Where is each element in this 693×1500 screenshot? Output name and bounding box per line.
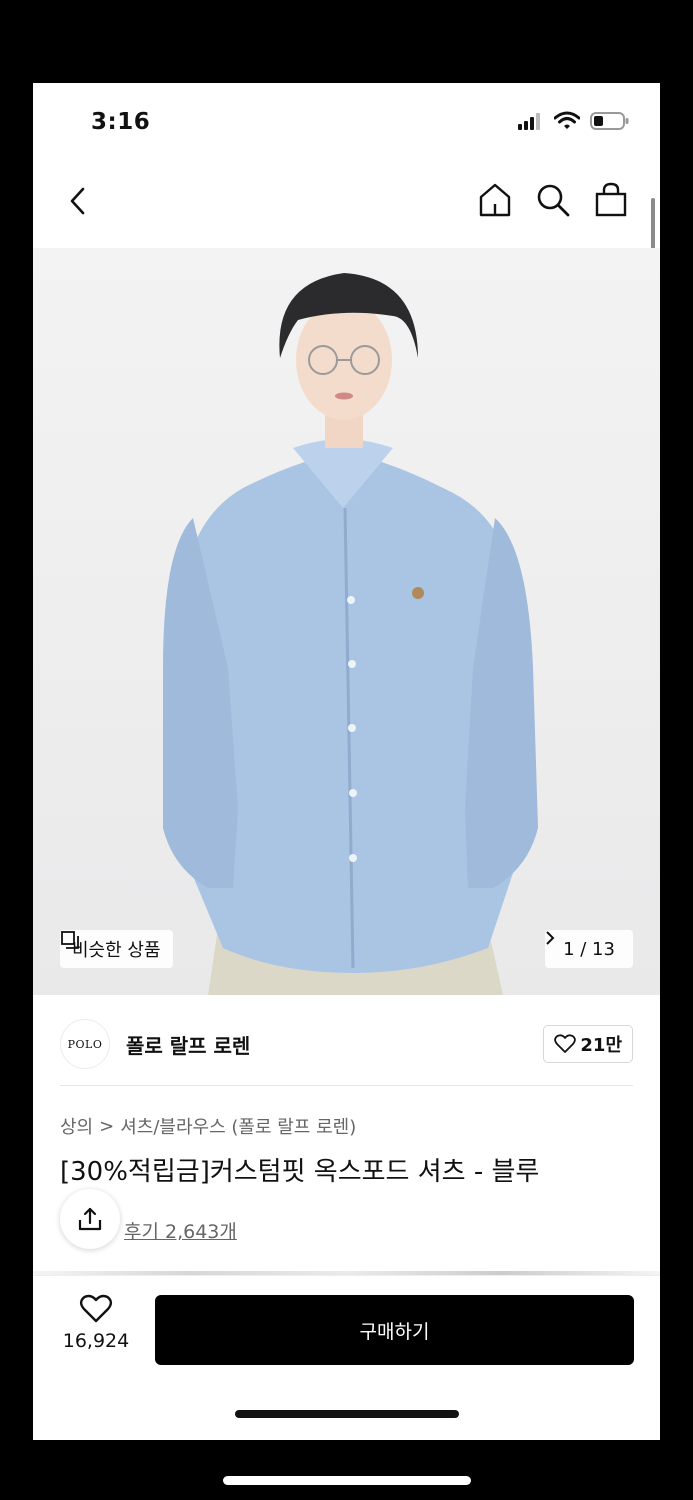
bottom-action-bar: 16,924 구매하기 bbox=[33, 1275, 660, 1440]
shopping-bag-icon[interactable] bbox=[592, 181, 630, 219]
product-photo-illustration bbox=[163, 273, 538, 995]
home-icon[interactable] bbox=[476, 181, 514, 219]
brand-like-count: 21만 bbox=[580, 1035, 622, 1056]
breadcrumb-category[interactable]: 상의 bbox=[60, 1113, 93, 1139]
breadcrumb-subcategory[interactable]: 셔츠/블라우스 (폴로 랄프 로렌) bbox=[120, 1113, 356, 1139]
battery-icon bbox=[590, 112, 629, 130]
heart-icon bbox=[554, 1034, 577, 1053]
breadcrumb: 상의 > 셔츠/블라우스 (폴로 랄프 로렌) bbox=[60, 1113, 356, 1139]
brand-like-button[interactable]: 21만 bbox=[543, 1025, 633, 1063]
back-chevron-icon[interactable] bbox=[63, 183, 95, 219]
image-counter[interactable]: 1 / 13 bbox=[545, 930, 633, 968]
wifi-icon bbox=[554, 111, 580, 129]
outer-home-indicator bbox=[223, 1476, 471, 1485]
brand-logo-text: POLO bbox=[67, 1037, 103, 1051]
share-button[interactable] bbox=[60, 1189, 120, 1249]
image-counter-text: 1 / 13 bbox=[563, 938, 615, 960]
app-screen: 3:16 비슷한 상품 1 / 13 POLO 폴로 랄프 로렌 21만 상의 … bbox=[33, 83, 660, 1440]
signal-icon bbox=[518, 113, 540, 130]
similar-products-label: 비슷한 상품 bbox=[72, 940, 161, 961]
similar-products-button[interactable]: 비슷한 상품 bbox=[60, 930, 173, 968]
reviews-link[interactable]: 후기 2,643개 bbox=[124, 1217, 237, 1244]
share-icon bbox=[78, 1207, 102, 1231]
brand-row: POLO 폴로 랄프 로렌 21만 bbox=[60, 1013, 633, 1086]
product-title: [30%적립금]커스텀핏 옥스포드 셔츠 - 블루 bbox=[60, 1157, 540, 1187]
home-indicator[interactable] bbox=[235, 1410, 459, 1418]
status-time: 3:16 bbox=[91, 109, 151, 135]
status-icons bbox=[518, 111, 630, 131]
heart-outline-icon bbox=[79, 1294, 113, 1323]
brand-logo[interactable]: POLO bbox=[60, 1019, 110, 1069]
nav-actions bbox=[476, 181, 630, 219]
breadcrumb-separator: > bbox=[99, 1115, 115, 1137]
wishlist-count: 16,924 bbox=[62, 1330, 130, 1352]
brand-name[interactable]: 폴로 랄프 로렌 bbox=[126, 1030, 250, 1059]
search-icon[interactable] bbox=[534, 181, 572, 219]
buy-button[interactable]: 구매하기 bbox=[155, 1295, 634, 1365]
wishlist-button[interactable]: 16,924 bbox=[58, 1294, 134, 1352]
product-image[interactable]: 비슷한 상품 1 / 13 bbox=[33, 248, 660, 995]
stack-icon bbox=[61, 931, 79, 949]
chevron-right-icon bbox=[546, 931, 555, 945]
